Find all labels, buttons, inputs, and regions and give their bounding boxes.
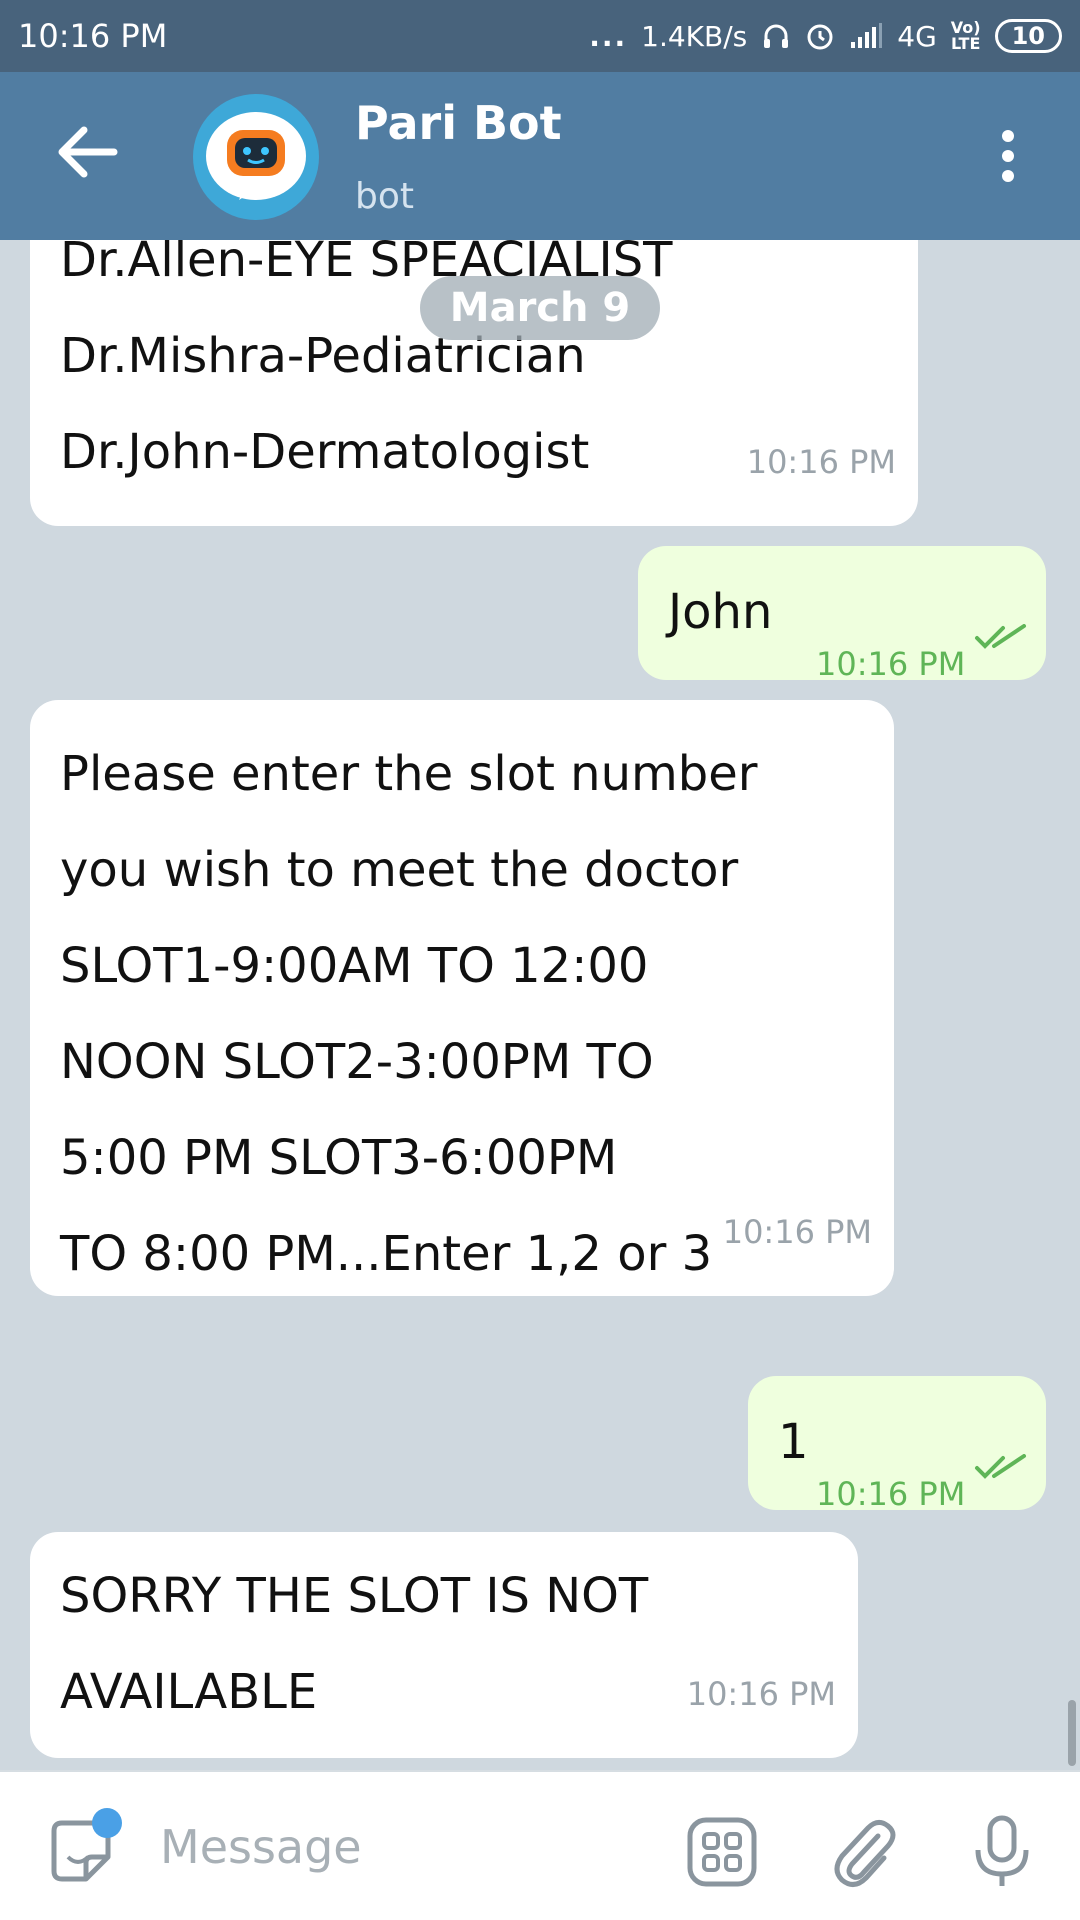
paperclip-icon[interactable]	[826, 1814, 898, 1890]
message-line: SORRY THE SLOT IS NOT	[60, 1568, 649, 1624]
outgoing-message[interactable]: John 10:16 PM	[638, 546, 1046, 683]
message-time: 10:16 PM	[816, 1475, 966, 1513]
status-indicators: ... 1.4KB/s 4G Vo) LTE 10	[589, 19, 1062, 53]
message-line: Please enter the slot number	[60, 746, 758, 802]
bot-commands-icon[interactable]	[686, 1814, 758, 1890]
network-speed: 1.4KB/s	[641, 19, 748, 53]
more-vertical-icon[interactable]	[990, 126, 1026, 186]
scrollbar[interactable]	[1068, 1700, 1076, 1766]
incoming-message[interactable]: SORRY THE SLOT IS NOT AVAILABLE 10:16 PM	[30, 1532, 858, 1758]
double-check-icon	[975, 624, 1026, 649]
status-bar: 10:16 PM ... 1.4KB/s 4G Vo) LTE 10	[0, 0, 1080, 72]
chat-title: Pari Bot	[355, 96, 562, 150]
battery-indicator: 10	[994, 19, 1062, 53]
message-list[interactable]: Dr.Allen-EYE SPEACIALIST Dr.Mishra-Pedia…	[0, 240, 1080, 1770]
network-type: 4G	[897, 19, 937, 53]
date-label: March 9	[420, 276, 660, 340]
microphone-icon[interactable]	[966, 1814, 1038, 1890]
message-time: 10:16 PM	[746, 443, 896, 481]
volte-badge: Vo) LTE	[951, 20, 981, 52]
notification-dot	[92, 1808, 122, 1838]
headset-icon	[764, 24, 789, 48]
bot-avatar[interactable]	[193, 94, 319, 220]
robot-icon	[206, 112, 306, 200]
signal-icon	[851, 23, 883, 48]
message-time: 10:16 PM	[722, 1213, 872, 1251]
alarm-icon	[807, 24, 833, 50]
message-line: you wish to meet the doctor	[60, 842, 739, 898]
outgoing-message[interactable]: 1 10:16 PM	[748, 1376, 1046, 1513]
message-input[interactable]: Message	[160, 1820, 362, 1874]
chat-header: Pari Bot bot	[0, 72, 1080, 240]
arrow-left-icon[interactable]	[52, 122, 122, 182]
message-time: 10:16 PM	[816, 645, 966, 683]
message-line: SLOT1-9:00AM TO 12:00	[60, 938, 649, 994]
message-input-bar: Message	[0, 1770, 1080, 1920]
incoming-message[interactable]: Please enter the slot number you wish to…	[30, 700, 894, 1296]
status-dots: ...	[589, 19, 628, 53]
message-line: NOON SLOT2-3:00PM TO	[60, 1034, 654, 1090]
message-time: 10:16 PM	[686, 1675, 836, 1713]
status-time: 10:16 PM	[18, 17, 168, 55]
double-check-icon	[975, 1454, 1026, 1479]
volte-bottom: LTE	[950, 34, 981, 53]
chat-subtitle: bot	[355, 176, 414, 217]
